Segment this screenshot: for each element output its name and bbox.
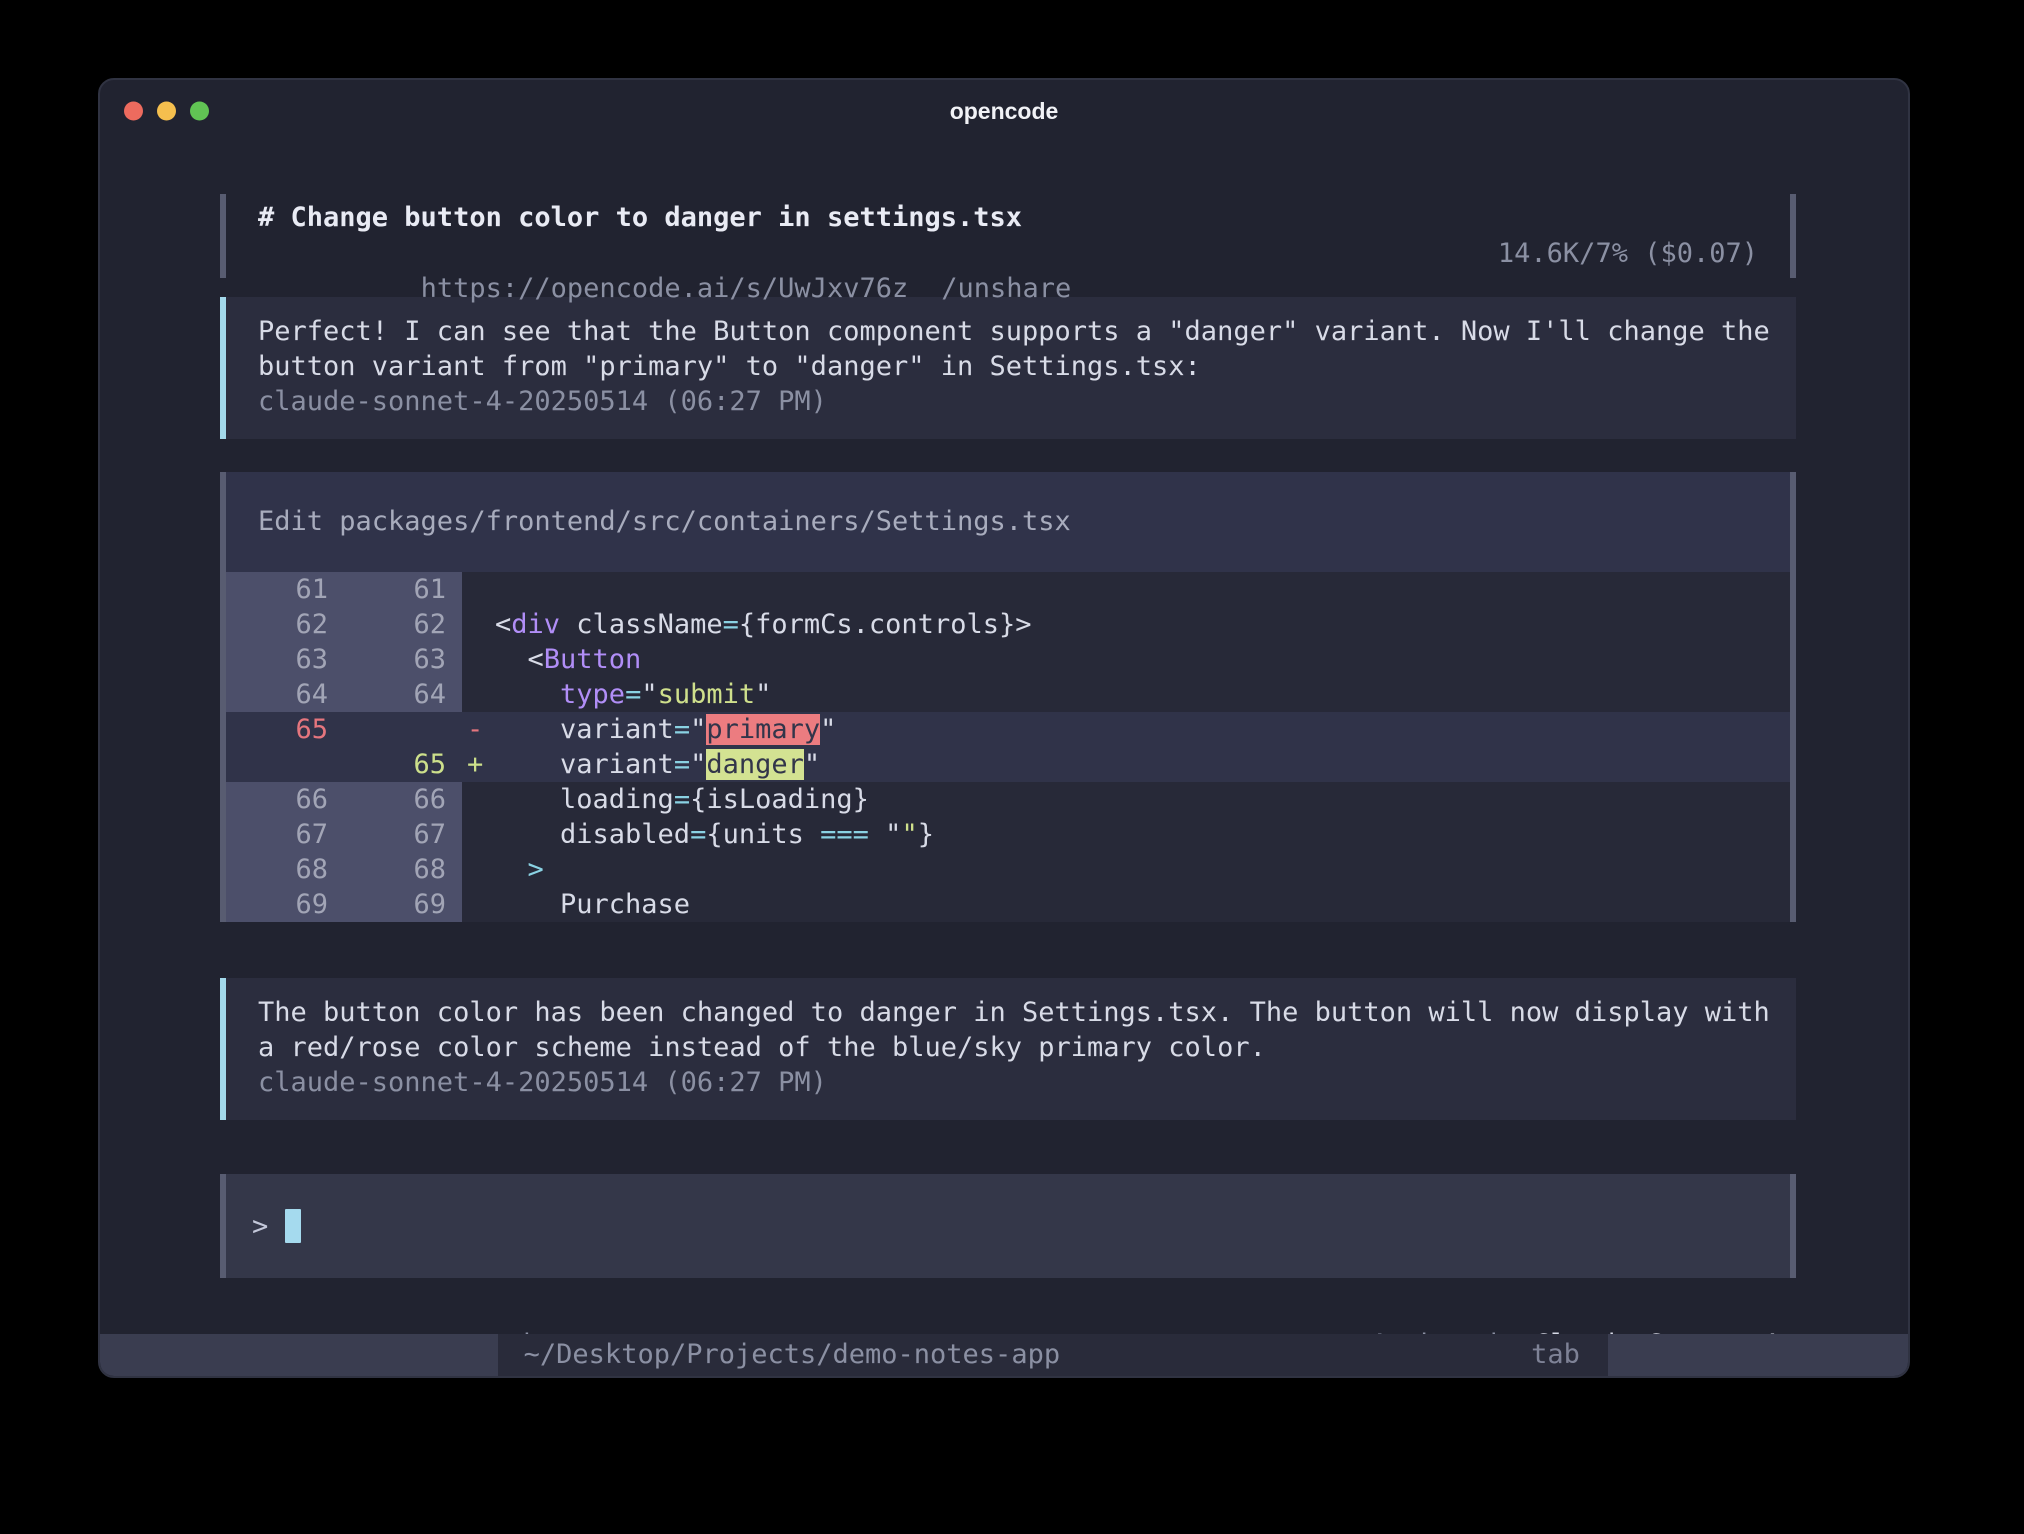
message-line: Perfect! I can see that the Button compo… <box>258 314 1764 349</box>
old-line-number: 65 <box>226 712 344 747</box>
footer-hints: enter send Anthropic Claude Sonnet 4 <box>220 1292 1796 1328</box>
titlebar[interactable]: opencode <box>100 80 1908 142</box>
diff-row: 6868 > <box>226 852 1790 887</box>
new-line-number: 64 <box>344 677 462 712</box>
code-line: <Button <box>495 642 641 677</box>
app-version-chip: opencode v0.3.11 <box>100 1334 498 1376</box>
diff-row: 65 - variant="primary" <box>226 712 1790 747</box>
edit-tool-title: Edit packages/frontend/src/containers/Se… <box>226 472 1790 572</box>
new-line-number: 67 <box>344 817 462 852</box>
unshare-command: /unshare <box>941 273 1071 304</box>
working-directory: ~/Desktop/Projects/demo-notes-app <box>498 1334 1060 1376</box>
new-line-number: 61 <box>344 572 462 607</box>
message-line: The button color has been changed to dan… <box>258 995 1764 1030</box>
code-line: Purchase <box>495 887 690 922</box>
window-title: opencode <box>950 98 1059 125</box>
mode-chip: BUILD MODE <box>1608 1334 1908 1376</box>
old-line-number: 67 <box>226 817 344 852</box>
traffic-lights <box>124 102 209 121</box>
session-title: # Change button color to danger in setti… <box>258 200 1758 236</box>
code-line: <div className={formCs.controls}> <box>495 607 1031 642</box>
code-line: variant="danger" <box>495 747 820 782</box>
old-line-number: 68 <box>226 852 344 887</box>
token-usage: 14.6K/7% ($0.07) <box>1498 236 1758 272</box>
session-header: # Change button color to danger in setti… <box>220 194 1796 278</box>
diff-row: 6161 <box>226 572 1790 607</box>
diff-marker: + <box>462 747 495 782</box>
diff-row: 6262 <div className={formCs.controls}> <box>226 607 1790 642</box>
diff-marker: - <box>462 712 495 747</box>
diff-marker <box>462 572 495 607</box>
close-button[interactable] <box>124 102 143 121</box>
send-hint: enter send <box>238 1292 531 1328</box>
diff-row: 6363 <Button <box>226 642 1790 677</box>
diff-marker <box>462 887 495 922</box>
statusbar-spacer <box>1060 1334 1531 1376</box>
diff-row: 6464 type="submit" <box>226 677 1790 712</box>
code-line: disabled={units === ""} <box>495 817 934 852</box>
mode-switch-key[interactable]: tab <box>1531 1334 1608 1376</box>
new-line-number: 66 <box>344 782 462 817</box>
diff-view: 61616262 <div className={formCs.controls}… <box>226 572 1790 922</box>
old-line-number: 61 <box>226 572 344 607</box>
diff-row: 6969 Purchase <box>226 887 1790 922</box>
new-line-number: 65 <box>344 747 462 782</box>
text-cursor <box>285 1209 301 1243</box>
old-line-number <box>226 747 344 782</box>
session-subheader: https://opencode.ai/s/UwJxv76z/unshare 1… <box>258 236 1758 272</box>
share-url[interactable]: https://opencode.ai/s/UwJxv76z <box>421 273 909 304</box>
diff-marker <box>462 782 495 817</box>
new-line-number: 63 <box>344 642 462 677</box>
maximize-button[interactable] <box>190 102 209 121</box>
old-line-number: 64 <box>226 677 344 712</box>
new-line-number: 69 <box>344 887 462 922</box>
new-line-number: 62 <box>344 607 462 642</box>
diff-row: 6666 loading={isLoading} <box>226 782 1790 817</box>
share-info: https://opencode.ai/s/UwJxv76z/unshare <box>258 236 1071 272</box>
model-info: Anthropic Claude Sonnet 4 <box>1242 1292 1778 1328</box>
new-line-number: 68 <box>344 852 462 887</box>
old-line-number: 66 <box>226 782 344 817</box>
diff-marker <box>462 642 495 677</box>
message-meta: claude-sonnet-4-20250514 (06:27 PM) <box>258 384 1764 419</box>
diff-marker <box>462 852 495 887</box>
message-meta: claude-sonnet-4-20250514 (06:27 PM) <box>258 1065 1764 1100</box>
diff-marker <box>462 677 495 712</box>
message-line: a red/rose color scheme instead of the b… <box>258 1030 1764 1065</box>
diff-marker <box>462 817 495 852</box>
session-view: # Change button color to danger in setti… <box>100 142 1908 1328</box>
assistant-message: Perfect! I can see that the Button compo… <box>220 297 1796 439</box>
code-line: > <box>495 852 544 887</box>
opencode-window: opencode # Change button color to danger… <box>98 78 1910 1378</box>
new-line-number <box>344 712 462 747</box>
edit-tool-card: Edit packages/frontend/src/containers/Se… <box>220 472 1796 922</box>
diff-row: 6767 disabled={units === ""} <box>226 817 1790 852</box>
old-line-number: 63 <box>226 642 344 677</box>
minimize-button[interactable] <box>157 102 176 121</box>
prompt-input[interactable]: > <box>220 1174 1796 1278</box>
code-line: type="submit" <box>495 677 771 712</box>
diff-marker <box>462 607 495 642</box>
status-bar: opencode v0.3.11 ~/Desktop/Projects/demo… <box>100 1334 1908 1376</box>
code-line: loading={isLoading} <box>495 782 869 817</box>
old-line-number: 62 <box>226 607 344 642</box>
old-line-number: 69 <box>226 887 344 922</box>
prompt-symbol: > <box>252 1209 268 1244</box>
diff-row: 65+ variant="danger" <box>226 747 1790 782</box>
assistant-message: The button color has been changed to dan… <box>220 978 1796 1120</box>
message-line: button variant from "primary" to "danger… <box>258 349 1764 384</box>
code-line: variant="primary" <box>495 712 836 747</box>
